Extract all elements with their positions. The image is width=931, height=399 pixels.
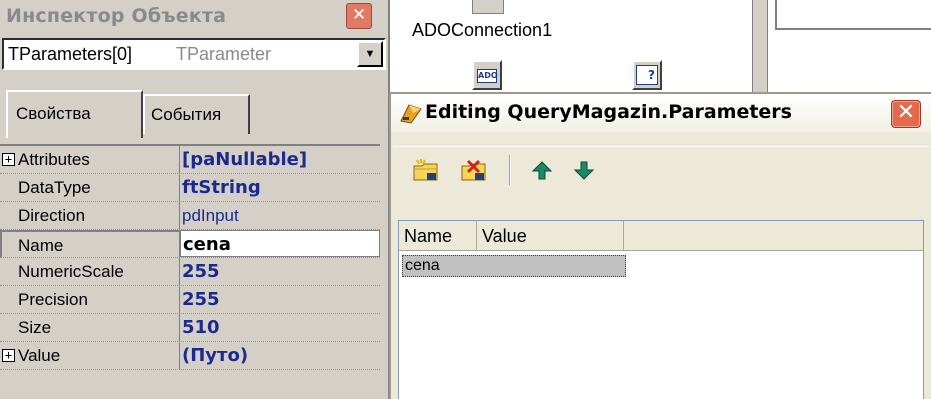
list-item-name: cena (405, 257, 440, 274)
chevron-down-icon[interactable]: ▼ (357, 41, 383, 67)
property-name: Value (0, 342, 180, 369)
dialog-close-icon[interactable]: ✕ (891, 100, 921, 128)
column-header-name[interactable]: Name (399, 221, 477, 251)
dialog-title: Editing QueryMagazin.Parameters (425, 101, 792, 123)
query-component[interactable]: ? (632, 60, 662, 90)
property-value[interactable]: 255 (182, 286, 220, 313)
property-row-direction[interactable]: Direction pdInput (0, 202, 380, 230)
move-down-icon[interactable] (569, 157, 599, 185)
property-row-size[interactable]: Size 510 (0, 314, 380, 342)
property-value-editor[interactable]: cena (180, 230, 380, 257)
move-up-icon[interactable] (527, 157, 557, 185)
property-row-name[interactable]: Name cena (0, 230, 380, 258)
tab-events[interactable]: События (143, 94, 250, 134)
selected-object-name: TParameters[0] (8, 44, 133, 64)
parameters-list[interactable]: Name Value cena (398, 220, 924, 399)
property-value[interactable]: [paNullable] (182, 146, 307, 173)
inspector-title: Инспектор Объекта (6, 5, 227, 27)
tab-properties[interactable]: Свойства (6, 90, 143, 138)
object-inspector: Инспектор Объекта ✕ TParameters[0] TPara… (0, 0, 390, 399)
property-row-value[interactable]: + Value (Путо) (0, 342, 380, 370)
property-name: NumericScale (0, 258, 180, 285)
property-name: Direction (0, 202, 180, 229)
property-name: Precision (0, 286, 180, 313)
add-icon[interactable] (411, 157, 441, 185)
delete-icon[interactable] (459, 157, 489, 185)
property-grid: + Attributes [paNullable] DataType ftStr… (0, 144, 380, 399)
form-pane (775, 0, 931, 30)
property-name: Size (0, 314, 180, 341)
selected-object-type: TParameter (176, 44, 272, 64)
property-value[interactable]: 255 (182, 258, 220, 285)
query-component-icon: ? (636, 65, 658, 85)
ado-dataset-component[interactable]: ADO (472, 60, 502, 90)
property-name: Name (0, 230, 180, 257)
form-splitter[interactable] (752, 0, 768, 92)
delphi-app-icon (400, 104, 422, 124)
toolbar-separator (509, 155, 511, 185)
component-edge (472, 0, 504, 14)
inspector-titlebar[interactable]: Инспектор Объекта ✕ (0, 0, 388, 32)
object-selector-combo[interactable]: TParameters[0] TParameter ▼ (2, 38, 386, 70)
inspector-close-icon[interactable]: ✕ (346, 3, 372, 29)
inspector-tabs: Свойства События (0, 72, 388, 142)
property-value[interactable]: pdInput (182, 202, 239, 229)
dialog-toolbar (393, 146, 929, 194)
collection-editor-dialog: Editing QueryMagazin.Parameters ✕ Name V… (389, 92, 931, 399)
list-header: Name Value (399, 221, 923, 251)
column-header-value[interactable]: Value (477, 221, 624, 251)
property-name: DataType (0, 174, 180, 201)
connection-label: ADOConnection1 (412, 20, 553, 40)
property-row-datatype[interactable]: DataType ftString (0, 174, 380, 202)
property-row-attributes[interactable]: + Attributes [paNullable] (0, 146, 380, 174)
ado-component-icon: ADO (477, 69, 498, 83)
dialog-titlebar[interactable]: Editing QueryMagazin.Parameters ✕ (391, 94, 931, 132)
list-item[interactable]: cena (402, 255, 626, 277)
property-row-numericscale[interactable]: NumericScale 255 (0, 258, 380, 286)
property-value[interactable]: (Путо) (182, 342, 248, 369)
property-value[interactable]: ftString (182, 174, 261, 201)
property-value[interactable]: 510 (182, 314, 220, 341)
property-row-precision[interactable]: Precision 255 (0, 286, 380, 314)
property-name: Attributes (0, 146, 180, 173)
